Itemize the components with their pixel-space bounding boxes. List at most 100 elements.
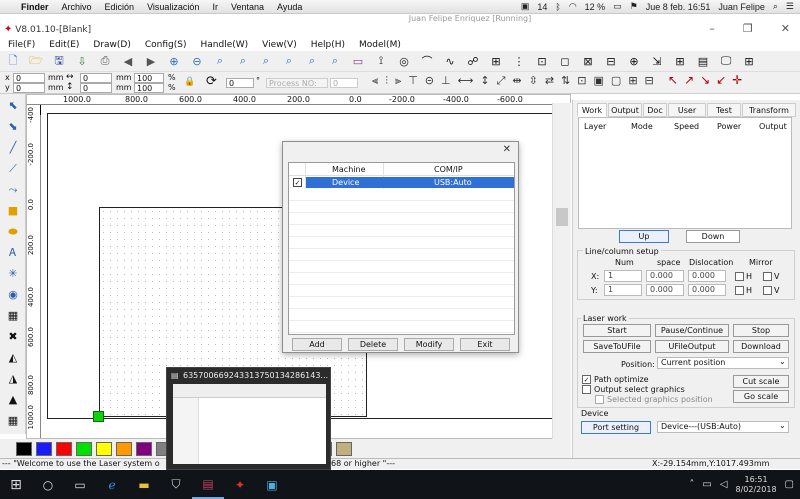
taskbar-thumbnail[interactable]: ▤ 6357006692433137501342861​43... — [166, 367, 331, 470]
color-swatch[interactable] — [96, 441, 112, 456]
x-mirror-h-checkbox[interactable] — [735, 272, 744, 281]
align-center-icon[interactable]: ⫶ — [385, 74, 388, 88]
undo-icon[interactable]: ◀ — [119, 52, 137, 70]
export-icon[interactable]: ⎙ — [96, 52, 114, 70]
redo-icon[interactable]: ▶ — [142, 52, 160, 70]
node-edit-icon[interactable]: ⟟ — [372, 52, 390, 70]
tab-transform[interactable]: Transform — [742, 103, 796, 117]
group-icon[interactable]: ▣ — [594, 74, 604, 88]
clock-time[interactable]: 16:51 — [736, 475, 777, 485]
ellipse-tool-icon[interactable]: ⬬ — [2, 222, 24, 241]
align-bottom-icon[interactable]: ⊥ — [441, 74, 451, 88]
point-tool-icon[interactable]: ✳ — [2, 264, 24, 283]
rect-select-icon[interactable]: ▭ — [349, 52, 367, 70]
menu-edit[interactable]: Edit(E) — [49, 40, 79, 50]
cut-in-icon[interactable]: ⇲ — [648, 52, 666, 70]
new-file-icon[interactable]: 🗋 — [4, 52, 22, 70]
path-optimize-checkbox[interactable]: ✓ — [582, 375, 591, 384]
menu-finder[interactable]: Finder — [21, 2, 49, 12]
merge-icon[interactable]: ⊕ — [625, 52, 643, 70]
menu-ventana[interactable]: Ventana — [231, 2, 264, 12]
tab-test[interactable]: Test — [707, 103, 741, 117]
minimize-icon[interactable]: – — [709, 22, 715, 35]
smooth-icon[interactable]: ☍ — [464, 52, 482, 70]
battery-icon[interactable]: ▭ — [613, 1, 622, 12]
menu-view[interactable]: View(V) — [262, 40, 297, 50]
arrow-se-icon[interactable]: ↘ — [700, 73, 710, 87]
text-tool-icon[interactable]: Ꭺ — [2, 243, 24, 262]
ufile-output-button[interactable]: UFileOutput — [655, 340, 729, 353]
color-swatch[interactable] — [76, 441, 92, 456]
save-to-ufile-button[interactable]: SaveToUFile — [583, 340, 651, 353]
grid-icon[interactable]: ⊞ — [740, 52, 758, 70]
menu-visualizacion[interactable]: Visualización — [147, 2, 199, 12]
arrow-center-icon[interactable]: ✛ — [732, 73, 742, 87]
flip-tool-icon[interactable]: ◮ — [2, 369, 24, 388]
pan-icon[interactable]: ⌕ — [326, 52, 344, 70]
same-height-icon[interactable]: ↕ — [480, 74, 489, 88]
zoom-all-icon[interactable]: ⌕ — [280, 52, 298, 70]
menu-help[interactable]: Help(H) — [311, 40, 345, 50]
node-tool-icon[interactable]: ⬊ — [2, 117, 24, 136]
tab-work[interactable]: Work — [577, 103, 607, 117]
color-swatch[interactable] — [36, 441, 52, 456]
delete-button[interactable]: Delete — [348, 338, 398, 351]
zoom-out-icon[interactable]: ⊖ — [188, 52, 206, 70]
go-scale-button[interactable]: Go scale — [733, 390, 789, 403]
user-name[interactable]: Juan Felipe — [718, 2, 765, 12]
selected-pos-checkbox[interactable] — [595, 395, 604, 404]
vertical-scrollbar[interactable] — [552, 103, 571, 439]
download-button[interactable]: Download — [733, 340, 789, 353]
width-input[interactable]: 0 — [80, 73, 112, 83]
check-path-icon[interactable]: ⊠ — [579, 52, 597, 70]
taskbar-app-icon[interactable]: ▤ — [192, 470, 224, 499]
height-input[interactable]: 0 — [80, 83, 112, 93]
zoom-fit-icon[interactable]: ⌕ — [234, 52, 252, 70]
machine-list[interactable]: Machine COM/IP ✓ Device USB:Auto — [288, 162, 515, 335]
edge-icon[interactable]: ℯ — [96, 470, 128, 499]
y-mirror-v-checkbox[interactable] — [763, 286, 772, 295]
output-select-checkbox[interactable] — [582, 385, 591, 394]
task-view-icon[interactable]: ▭ — [64, 470, 96, 499]
menu-archivo[interactable]: Archivo — [62, 2, 92, 12]
table-row[interactable]: ✓ Device USB:Auto — [289, 177, 514, 188]
align-middle-icon[interactable]: ⊝ — [425, 74, 434, 88]
start-button[interactable]: Start — [583, 324, 651, 337]
arrange-icon[interactable]: ⊟ — [645, 74, 654, 88]
mirror-v-icon[interactable]: ⇅ — [561, 74, 570, 88]
down-button[interactable]: Down — [686, 230, 740, 243]
sort-icon[interactable]: ⊞ — [487, 52, 505, 70]
windows-start-icon[interactable]: ⊞ — [0, 470, 32, 499]
y-dislocation-input[interactable]: 0.000 — [688, 284, 726, 296]
align-tool-icon[interactable]: ▲ — [2, 390, 24, 409]
tray-arrow-icon[interactable]: ˄ — [689, 479, 694, 490]
color-swatch[interactable] — [336, 441, 352, 456]
page-center-icon[interactable]: ⊡ — [577, 74, 586, 88]
zoom-in-icon[interactable]: ⊕ — [165, 52, 183, 70]
mirror-h-icon[interactable]: ⇄ — [545, 74, 554, 88]
wifi-icon[interactable]: ◠ — [569, 1, 577, 12]
rotate-icon[interactable]: ⟳ — [206, 74, 217, 89]
flag-icon[interactable]: ⚑ — [630, 1, 638, 12]
same-width-icon[interactable]: ⟷ — [458, 74, 474, 88]
menu-edicion[interactable]: Edición — [105, 2, 135, 12]
menu-ayuda[interactable]: Ayuda — [277, 2, 302, 12]
port-setting-button[interactable]: Port setting — [581, 421, 651, 434]
dialog-close-icon[interactable]: ✕ — [503, 144, 511, 155]
pause-continue-button[interactable]: Pause/Continue — [655, 324, 729, 337]
break-icon[interactable]: ⌒ — [418, 52, 436, 70]
stop-button[interactable]: Stop — [733, 324, 789, 337]
x-space-input[interactable]: 0.000 — [646, 270, 684, 282]
zoom-select-icon[interactable]: ⌕ — [257, 52, 275, 70]
align-right-icon[interactable]: ⫸ — [395, 74, 401, 88]
preview-icon[interactable]: ⊞ — [671, 52, 689, 70]
rectangle-tool-icon[interactable]: ■ — [2, 201, 24, 220]
up-button[interactable]: Up — [619, 230, 669, 243]
menu-list-icon[interactable]: ☰ — [786, 1, 794, 12]
open-folder-icon[interactable]: 🗁 — [27, 52, 45, 70]
polyline-tool-icon[interactable]: ⟋ — [2, 159, 24, 178]
x-num-input[interactable]: 1 — [604, 270, 642, 282]
rotate-input[interactable]: 0 — [226, 78, 254, 88]
curve-icon[interactable]: ∿ — [441, 52, 459, 70]
curve-tool-icon[interactable]: ⤳ — [2, 180, 24, 199]
